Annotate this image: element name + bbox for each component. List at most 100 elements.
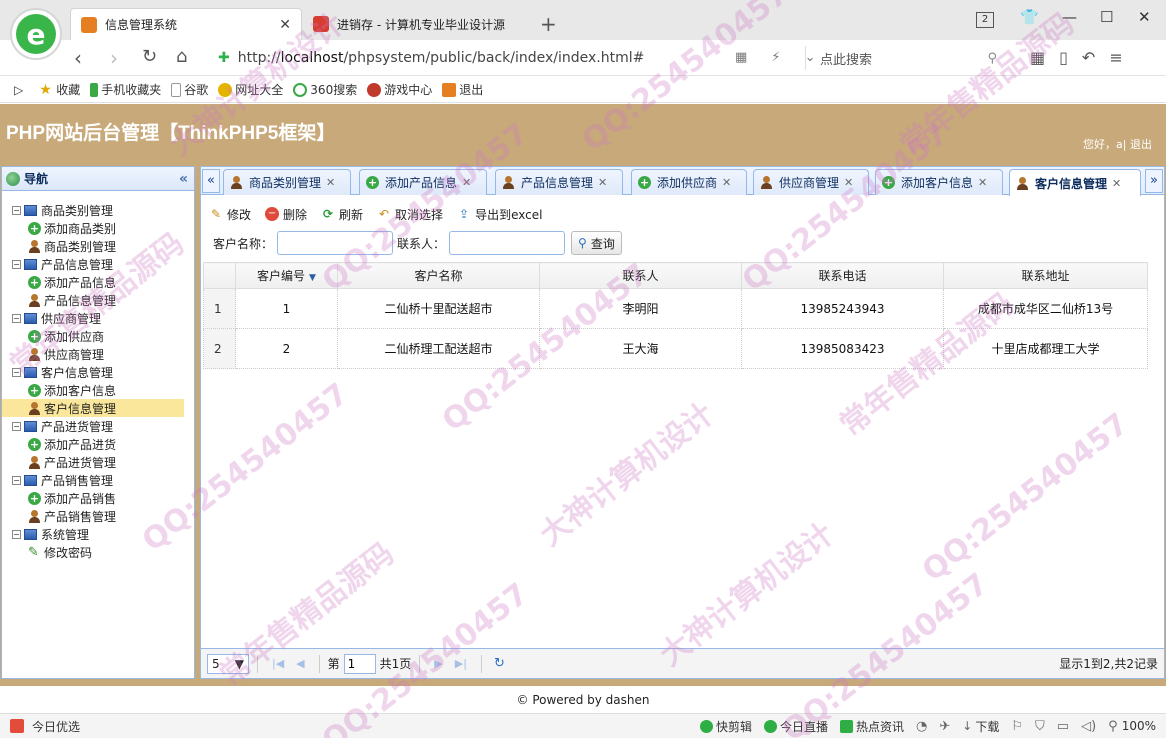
tree-item-add-supplier[interactable]: + 添加供应商 <box>2 327 194 345</box>
close-tab-icon[interactable]: ✕ <box>279 17 291 33</box>
sidebar-toggle-icon[interactable]: ▷ <box>14 83 23 97</box>
collapse-node-icon[interactable]: − <box>12 367 21 377</box>
statusbar-left[interactable]: 今日优选 <box>10 718 80 735</box>
page-number-input[interactable] <box>343 653 376 674</box>
prev-page-icon[interactable]: ◀ <box>296 657 304 670</box>
tab-count-badge[interactable]: 2 <box>976 12 994 28</box>
zoom-level[interactable]: 100% <box>1122 719 1156 733</box>
close-tab-icon[interactable]: ✕ <box>462 176 471 189</box>
cell-address[interactable]: 十里店成都理工大学 <box>943 328 1148 369</box>
tree-item-add-sales[interactable]: + 添加产品销售 <box>2 489 194 507</box>
maximize-icon[interactable]: ☐ <box>1100 8 1113 26</box>
shield-icon[interactable]: ⛉ <box>1035 719 1045 734</box>
bookmark-google[interactable]: 谷歌 <box>171 81 208 98</box>
close-tab-icon[interactable]: ✕ <box>1112 177 1121 190</box>
bookmark-favorites[interactable]: ★ 收藏 <box>39 81 80 98</box>
tab-add-supplier[interactable]: + 添加供应商 ✕ <box>631 169 747 195</box>
pin-icon[interactable]: ✈ <box>939 719 950 734</box>
tree-item-change-password[interactable]: ✎ 修改密码 <box>2 543 194 561</box>
window-icon[interactable]: ▭ <box>1057 719 1069 734</box>
browser-tab-inactive[interactable]: 进销存 - 计算机专业毕业设计源 <box>303 8 535 40</box>
bookmark-sites[interactable]: 网址大全 <box>218 81 283 98</box>
close-tab-icon[interactable]: ✕ <box>722 176 731 189</box>
collapse-node-icon[interactable]: − <box>12 259 21 269</box>
cell-contact[interactable]: 王大海 <box>539 328 742 369</box>
contact-input[interactable] <box>449 231 566 255</box>
statusbar-item-clip[interactable]: 快剪辑 <box>699 718 752 735</box>
window-close-icon[interactable]: ✕ <box>1138 8 1151 26</box>
cell-customer-name[interactable]: 二仙桥十里配送超市 <box>337 288 540 329</box>
bookmark-games[interactable]: 游戏中心 <box>367 81 432 98</box>
tree-group-supplier[interactable]: − 供应商管理 <box>2 309 194 327</box>
close-tab-icon[interactable]: ✕ <box>326 176 335 189</box>
address-bar[interactable]: ✚ http://localhost/phpsystem/public/back… <box>218 45 798 71</box>
pager-refresh-icon[interactable]: ↻ <box>494 656 505 671</box>
next-page-icon[interactable]: ▶ <box>434 657 442 670</box>
scroll-right-icon[interactable]: » <box>1145 169 1163 193</box>
minimize-icon[interactable]: — <box>1062 8 1077 26</box>
sound-icon[interactable]: ◁) <box>1081 719 1096 734</box>
close-tab-icon[interactable]: ✕ <box>598 176 607 189</box>
column-header-address[interactable]: 联系地址 <box>943 262 1148 289</box>
tree-item-add-customer[interactable]: + 添加客户信息 <box>2 381 194 399</box>
last-page-icon[interactable]: ▶| <box>455 657 467 670</box>
table-row[interactable]: 2 2 二仙桥理工配送超市 王大海 13985083423 十里店成都理工大学 <box>203 328 1148 369</box>
column-header-contact[interactable]: 联系人 <box>539 262 742 289</box>
statusbar-item-live[interactable]: 今日直播 <box>764 718 828 735</box>
tree-group-system[interactable]: − 系统管理 <box>2 525 194 543</box>
shirt-icon[interactable]: 👕 <box>1020 8 1039 26</box>
forward-icon[interactable]: › <box>110 46 118 70</box>
tree-item-category-manage[interactable]: 商品类别管理 <box>2 237 194 255</box>
collapse-node-icon[interactable]: − <box>12 475 21 485</box>
refresh-button[interactable]: ⟳ 刷新 <box>321 206 363 223</box>
collapse-node-icon[interactable]: − <box>12 205 21 215</box>
browser-logo[interactable]: e <box>10 8 62 60</box>
statusbar-item-download[interactable]: ↓ 下载 <box>962 718 999 735</box>
cell-customer-id[interactable]: 2 <box>235 328 338 369</box>
first-page-icon[interactable]: |◀ <box>272 657 284 670</box>
cell-address[interactable]: 成都市成华区二仙桥13号 <box>943 288 1148 329</box>
customer-name-input[interactable] <box>277 231 394 255</box>
tree-group-category[interactable]: − 商品类别管理 <box>2 201 194 219</box>
browser-tab-active[interactable]: 信息管理系统 ✕ <box>70 8 302 40</box>
cell-contact[interactable]: 李明阳 <box>539 288 742 329</box>
cell-phone[interactable]: 13985243943 <box>741 288 944 329</box>
tab-customer-manage[interactable]: 客户信息管理 ✕ <box>1009 169 1141 196</box>
tree-item-sales-manage[interactable]: 产品销售管理 <box>2 507 194 525</box>
column-header-phone[interactable]: 联系电话 <box>741 262 944 289</box>
tree-item-customer-manage[interactable]: 客户信息管理 <box>2 399 184 417</box>
collapse-node-icon[interactable]: − <box>12 529 21 539</box>
table-row[interactable]: 1 1 二仙桥十里配送超市 李明阳 13985243943 成都市成华区二仙桥1… <box>203 288 1148 329</box>
speed-icon[interactable]: ◔ <box>916 719 927 734</box>
tab-product-manage[interactable]: 产品信息管理 ✕ <box>495 169 623 195</box>
tree-item-add-category[interactable]: + 添加商品类别 <box>2 219 194 237</box>
scroll-left-icon[interactable]: « <box>202 169 220 193</box>
close-tab-icon[interactable]: ✕ <box>978 176 987 189</box>
bookmark-logout[interactable]: 退出 <box>442 81 483 98</box>
collapse-node-icon[interactable]: − <box>12 421 21 431</box>
query-button[interactable]: ⚲ 查询 <box>571 231 622 255</box>
back-icon[interactable]: ‹ <box>74 46 82 70</box>
cell-customer-id[interactable]: 1 <box>235 288 338 329</box>
tree-item-add-product[interactable]: + 添加产品信息 <box>2 273 194 291</box>
reload-icon[interactable]: ↻ <box>142 46 157 67</box>
tree-group-customer[interactable]: − 客户信息管理 <box>2 363 194 381</box>
column-header-name[interactable]: 客户名称 <box>337 262 540 289</box>
tree-group-purchase[interactable]: − 产品进货管理 <box>2 417 194 435</box>
collapse-icon[interactable]: « <box>179 171 188 187</box>
tree-item-add-purchase[interactable]: + 添加产品进货 <box>2 435 194 453</box>
edit-button[interactable]: ✎ 修改 <box>209 206 251 223</box>
tree-group-sales[interactable]: − 产品销售管理 <box>2 471 194 489</box>
bookmark-mobile[interactable]: 手机收藏夹 <box>90 81 161 98</box>
search-icon[interactable]: ⚲ <box>987 51 997 66</box>
new-tab-icon[interactable]: + <box>540 12 557 36</box>
tab-category-manage[interactable]: 商品类别管理 ✕ <box>223 169 351 195</box>
zoom-icon[interactable]: ⚲ <box>1108 719 1118 734</box>
tree-item-product-manage[interactable]: 产品信息管理 <box>2 291 194 309</box>
tab-supplier-manage[interactable]: 供应商管理 ✕ <box>753 169 869 195</box>
cancel-select-button[interactable]: ↶ 取消选择 <box>377 206 443 223</box>
flag-icon[interactable]: ⚐ <box>1011 719 1023 734</box>
tab-add-customer[interactable]: + 添加客户信息 ✕ <box>875 169 1003 195</box>
home-icon[interactable]: ⌂ <box>176 46 187 67</box>
cell-customer-name[interactable]: 二仙桥理工配送超市 <box>337 328 540 369</box>
